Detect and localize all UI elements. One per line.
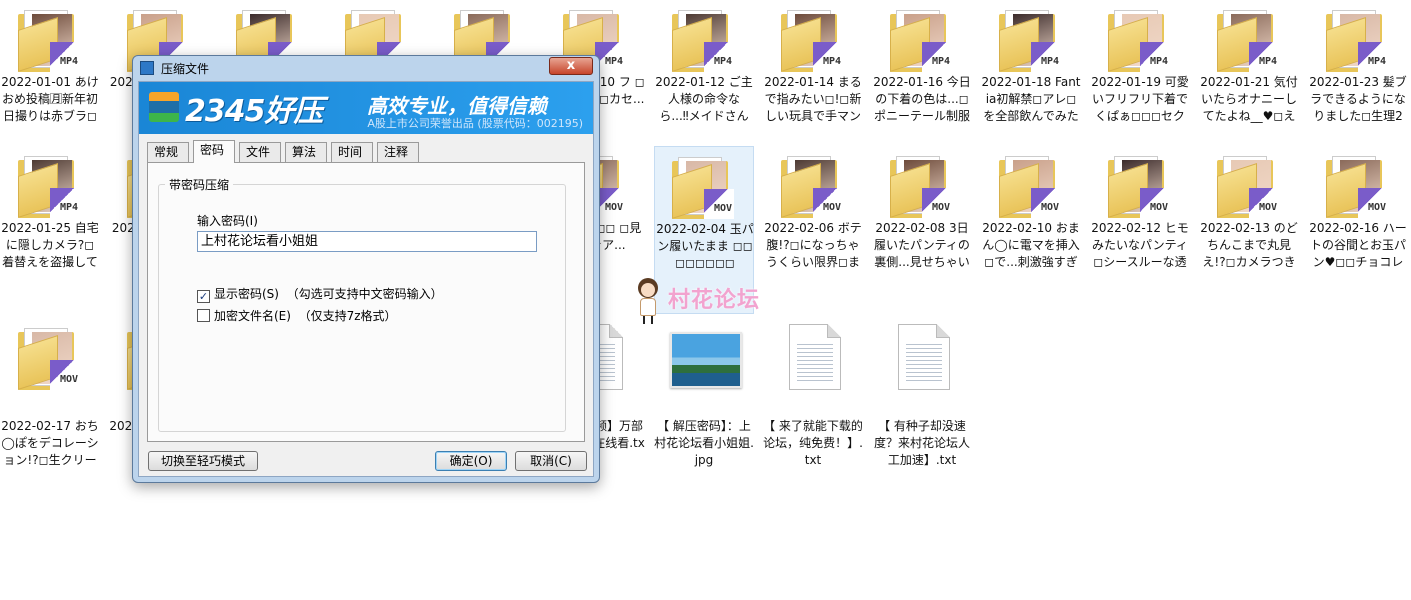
- show-password-hint: （勾选可支持中文密码输入）: [286, 287, 443, 301]
- tab-0[interactable]: 常规: [147, 142, 189, 162]
- file-item[interactable]: MP42022-01-18 Fantia初解禁◻アレ◻を全部飲んでみた◻6分 […: [981, 0, 1081, 126]
- file-name: 2022-01-19 可愛いフリフリ下着でくぱぁ◻◻◻セクシーなのも...: [1091, 75, 1189, 123]
- file-name: 2022-01-23 髪ブラできるようになりました◻生理2日目なのに...: [1309, 75, 1407, 123]
- file-name: 2022-02-04 玉パン履いたまま ◻◻◻◻◻◻◻◻: [656, 222, 754, 270]
- file-name: 2022-02-13 のどちんこまで丸見え!?◻カメラつきバイブでイラ...: [1200, 221, 1298, 269]
- watermark: 村花论坛: [634, 278, 784, 326]
- file-item[interactable]: MOV2022-02-12 ヒモみたいなパンティ◻シースルーな透け透けセー...: [1090, 146, 1190, 272]
- video-folder-icon: MOV: [781, 156, 843, 218]
- file-name: 2022-01-01 あけおめ投稿🈷新年初日撮りは赤ブラ◻◻コスホ...: [1, 75, 99, 123]
- compress-dialog: 压缩文件 x 2345好压 高效专业，值得信赖 A股上市公司荣誉出品 (股票代码…: [132, 55, 600, 483]
- cancel-button[interactable]: 取消(C): [515, 451, 587, 471]
- video-folder-icon: MP4: [781, 10, 843, 72]
- tab-panel-password: 带密码压缩 输入密码(I) 上村花论坛看小姐姐 ✓ 显示密码(S) （勾选可支持中…: [147, 162, 585, 442]
- file-name: 2022-02-17 おち◯ぽをデコレーション!?◻生クリームパイどろ...: [1, 419, 99, 467]
- encrypt-names-label: 加密文件名(E): [214, 309, 291, 323]
- banner-subtitle: A股上市公司荣誉出品 (股票代码：002195): [367, 117, 583, 130]
- file-item[interactable]: 【 来了就能下载的论坛，纯免费！】.txt: [763, 318, 863, 469]
- file-item[interactable]: MP42022-01-25 自宅に隠しカメラ?◻着替えを盗撮してみたら ....…: [0, 146, 100, 272]
- file-item[interactable]: MOV2022-02-08 3日履いたパンティの裏側...見せちゃいます◻___…: [872, 146, 972, 272]
- dialog-titlebar[interactable]: 压缩文件 x: [133, 56, 599, 80]
- tab-2[interactable]: 文件: [239, 142, 281, 162]
- file-name: 【 解压密码】：上村花论坛看小姐姐.jpg: [654, 419, 754, 467]
- file-name: 2022-01-16 今日の下着の色は...◻ポニーテール制服〇〇とラ...: [873, 75, 971, 123]
- file-item[interactable]: MOV2022-02-13 のどちんこまで丸見え!?◻カメラつきバイブでイラ..…: [1199, 146, 1299, 272]
- file-item[interactable]: MOV 2022-02-17 おち◯ぽをデコレーション!?◻生クリームパイどろ..…: [0, 318, 100, 470]
- video-folder-icon: MOV: [672, 157, 734, 219]
- show-password-checkbox[interactable]: ✓: [197, 290, 210, 303]
- password-label: 输入密码(I): [197, 214, 258, 228]
- banner-brand: 2345好压: [185, 94, 323, 129]
- dialog-client: 2345好压 高效专业，值得信赖 A股上市公司荣誉出品 (股票代码：002195…: [138, 81, 594, 477]
- file-item[interactable]: 【 有种子却没速度？来村花论坛人工加速】.txt: [872, 318, 972, 469]
- tab-3[interactable]: 算法: [285, 142, 327, 162]
- password-group: 带密码压缩 输入密码(I) 上村花论坛看小姐姐 ✓ 显示密码(S) （勾选可支持中…: [158, 176, 566, 432]
- file-name: 2022-01-18 Fantia初解禁◻アレ◻を全部飲んでみた◻6分 [14P…: [981, 75, 1081, 123]
- tab-5[interactable]: 注释: [377, 142, 419, 162]
- file-item[interactable]: MP42022-01-01 あけおめ投稿🈷新年初日撮りは赤ブラ◻◻コスホ...: [0, 0, 100, 126]
- video-folder-icon: MOV: [890, 156, 952, 218]
- video-folder-icon: MOV: [1217, 156, 1279, 218]
- tab-4[interactable]: 时间: [331, 142, 373, 162]
- video-folder-icon: MP4: [18, 10, 80, 72]
- file-item[interactable]: MOV2022-02-16 ハートの谷間とお玉パン♥◻◻チョコレートメイ...: [1308, 146, 1408, 272]
- video-folder-icon: MP4: [18, 156, 80, 218]
- file-name: 2022-01-12 ご主人様の命令なら...‼メイドさんの洗面器におし...: [655, 75, 753, 123]
- close-button[interactable]: x: [549, 57, 593, 75]
- group-title: 带密码压缩: [165, 176, 234, 193]
- file-item[interactable]: MP42022-01-12 ご主人様の命令なら...‼メイドさんの洗面器におし.…: [654, 0, 754, 126]
- file-name: 2022-02-16 ハートの谷間とお玉パン♥◻◻チョコレートメイ...: [1309, 221, 1407, 269]
- banner: 2345好压 高效专业，值得信赖 A股上市公司荣誉出品 (股票代码：002195…: [139, 82, 593, 134]
- video-folder-icon: MP4: [1326, 10, 1388, 72]
- watermark-girl-icon: [634, 278, 662, 324]
- file-item[interactable]: MP42022-01-16 今日の下着の色は...◻ポニーテール制服〇〇とラ..…: [872, 0, 972, 126]
- switch-mode-button[interactable]: 切换至轻巧模式: [148, 451, 258, 471]
- file-name: 2022-02-12 ヒモみたいなパンティ◻シースルーな透け透けセー...: [1091, 221, 1189, 269]
- file-item[interactable]: MP42022-01-19 可愛いフリフリ下着でくぱぁ◻◻◻セクシーなのも...: [1090, 0, 1190, 126]
- video-folder-icon: MOV: [999, 156, 1061, 218]
- file-item[interactable]: MP42022-01-23 髪ブラできるようになりました◻生理2日目なのに...: [1308, 0, 1408, 126]
- video-folder-icon: MOV: [1326, 156, 1388, 218]
- file-name: 2022-01-25 自宅に隠しカメラ?◻着替えを盗撮してみたら ......: [1, 221, 99, 269]
- file-item[interactable]: MP42022-01-14 まるで指みたい◻!◻新しい玩具で手マン◻大...: [763, 0, 863, 126]
- file-name: 2022-01-21 気付いたらオナニーしてたよね__♥◻えっちな...: [1200, 75, 1298, 123]
- video-folder-icon: MP4: [1108, 10, 1170, 72]
- video-folder-icon: MP4: [672, 10, 734, 72]
- video-folder-icon: MOV: [1108, 156, 1170, 218]
- encrypt-names-checkbox[interactable]: [197, 309, 210, 322]
- text-file-icon: [789, 324, 841, 390]
- show-password-label: 显示密码(S): [214, 287, 279, 301]
- haozip-logo-icon: [149, 92, 179, 122]
- video-folder-icon: MP4: [890, 10, 952, 72]
- file-name: 2022-02-08 3日履いたパンティの裏側...見せちゃいます◻___黒..…: [874, 221, 970, 269]
- video-folder-icon: MP4: [999, 10, 1061, 72]
- watermark-text: 村花论坛: [668, 288, 761, 313]
- show-password-row[interactable]: ✓ 显示密码(S) （勾选可支持中文密码输入）: [197, 285, 443, 303]
- dialog-title: 压缩文件: [161, 62, 210, 76]
- file-item[interactable]: MOV2022-02-06 ボテ腹!?◻になっちゃうくらい限界◻までオシッコを.…: [763, 146, 863, 272]
- encrypt-names-hint: （仅支持7z格式）: [298, 309, 397, 323]
- password-input[interactable]: 上村花论坛看小姐姐: [197, 231, 537, 252]
- video-folder-icon: MOV: [18, 328, 80, 390]
- file-name: 【 来了就能下载的论坛，纯免费！】.txt: [763, 419, 863, 467]
- archive-app-icon: [140, 61, 154, 75]
- file-item[interactable]: 【 解压密码】：上村花论坛看小姐姐.jpg: [654, 318, 754, 469]
- ok-button[interactable]: 确定(O): [435, 451, 507, 471]
- text-file-icon: [898, 324, 950, 390]
- tab-1[interactable]: 密码: [193, 140, 235, 163]
- file-item[interactable]: MOV2022-02-10 おまん◯に電マを挿入◻で...刺激強すぎて大量潮吹.…: [981, 146, 1081, 272]
- image-file-icon: [670, 332, 742, 388]
- file-name: 2022-02-06 ボテ腹!?◻になっちゃうくらい限界◻までオシッコを...: [764, 221, 862, 269]
- encrypt-names-row[interactable]: 加密文件名(E) （仅支持7z格式）: [197, 307, 397, 324]
- file-name: 2022-02-10 おまん◯に電マを挿入◻で...刺激強すぎて大量潮吹...: [982, 221, 1080, 269]
- file-name: 【 有种子却没速度？来村花论坛人工加速】.txt: [873, 419, 970, 467]
- file-item[interactable]: MP42022-01-21 気付いたらオナニーしてたよね__♥◻えっちな...: [1199, 0, 1299, 126]
- video-folder-icon: MP4: [1217, 10, 1279, 72]
- file-name: 2022-01-14 まるで指みたい◻!◻新しい玩具で手マン◻大...: [764, 75, 862, 123]
